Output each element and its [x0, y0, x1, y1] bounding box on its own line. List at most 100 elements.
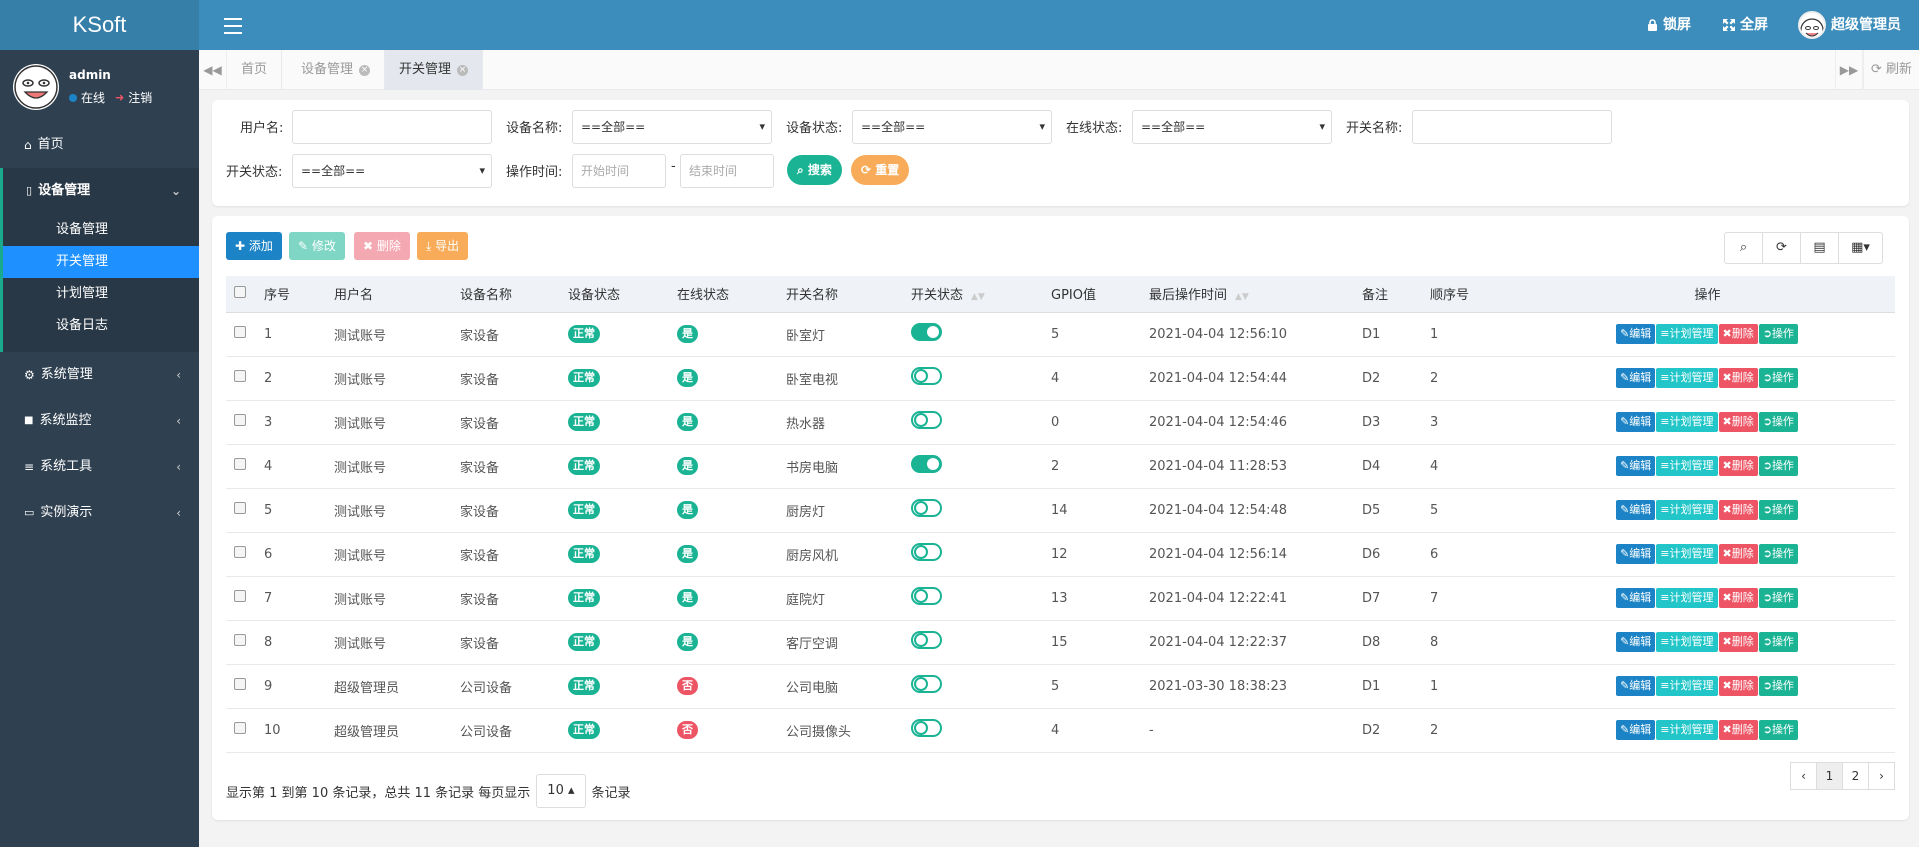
switch-toggle[interactable] — [911, 719, 942, 737]
row-delete-button[interactable]: ✖删除 — [1718, 324, 1758, 344]
refresh-table-button[interactable]: ⟳ — [1762, 232, 1801, 264]
tab-home[interactable]: 首页 — [227, 50, 283, 90]
sidebar-subitem-switch[interactable]: 开关管理 — [3, 246, 199, 278]
switch-toggle[interactable] — [911, 499, 942, 517]
row-plan-button[interactable]: ≡计划管理 — [1656, 368, 1718, 388]
edit-button[interactable]: ✎ 修改 — [289, 232, 345, 260]
sidebar-subitem-device[interactable]: 设备管理 — [3, 214, 199, 246]
start-time-input[interactable]: 开始时间 — [572, 154, 666, 188]
row-plan-button[interactable]: ≡计划管理 — [1656, 588, 1718, 608]
page-size-select[interactable]: 10 ▴ — [536, 774, 586, 808]
page-1-button[interactable]: 1 — [1816, 762, 1843, 790]
sidebar-subitem-log[interactable]: 设备日志 — [3, 310, 199, 352]
row-plan-button[interactable]: ≡计划管理 — [1656, 720, 1718, 740]
close-icon[interactable]: × — [359, 64, 371, 76]
device-name-select[interactable]: ==全部== — [572, 110, 772, 144]
switch-status-select[interactable]: ==全部== — [292, 154, 492, 188]
row-checkbox[interactable] — [234, 502, 246, 514]
row-checkbox[interactable] — [234, 326, 246, 338]
sidebar-item-monitor[interactable]: ■ 系统监控 ‹ — [0, 398, 199, 444]
close-icon[interactable]: × — [457, 64, 469, 76]
row-delete-button[interactable]: ✖删除 — [1718, 500, 1758, 520]
sidebar-item-home[interactable]: ⌂ 首页 — [0, 122, 199, 168]
export-button[interactable]: ⤓ 导出 — [417, 232, 469, 260]
row-operate-button[interactable]: ➲操作 — [1758, 500, 1798, 520]
tab-scroll-left-icon[interactable]: ◀◀ — [199, 50, 227, 90]
row-edit-button[interactable]: ✎编辑 — [1616, 368, 1656, 388]
menu-toggle-icon[interactable] — [224, 13, 242, 37]
switch-toggle[interactable] — [911, 587, 942, 605]
tab-device-management[interactable]: 设备管理 × — [287, 50, 386, 90]
delete-button[interactable]: ✖ 删除 — [354, 232, 410, 260]
row-checkbox[interactable] — [234, 590, 246, 602]
switch-toggle[interactable] — [911, 323, 942, 341]
card-view-button[interactable]: ▤ — [1800, 232, 1839, 264]
row-edit-button[interactable]: ✎编辑 — [1616, 324, 1656, 344]
column-header-sortable[interactable]: 开关状态 ▲▼ — [903, 276, 1043, 313]
sidebar-item-device-management[interactable]: ▯ 设备管理 ⌄ — [3, 168, 199, 214]
online-status-select[interactable]: ==全部== — [1132, 110, 1332, 144]
row-plan-button[interactable]: ≡计划管理 — [1656, 676, 1718, 696]
row-edit-button[interactable]: ✎编辑 — [1616, 588, 1656, 608]
row-plan-button[interactable]: ≡计划管理 — [1656, 500, 1718, 520]
toggle-search-button[interactable]: ⌕ — [1724, 232, 1763, 264]
tab-scroll-right-icon[interactable]: ▶▶ — [1835, 50, 1863, 90]
fullscreen-button[interactable]: 全屏 — [1723, 0, 1768, 50]
sidebar-item-demo[interactable]: ▭ 实例演示 ‹ — [0, 490, 199, 536]
row-checkbox[interactable] — [234, 634, 246, 646]
user-menu[interactable]: 超级管理员 — [1798, 0, 1901, 50]
select-all-checkbox[interactable] — [234, 285, 246, 298]
row-operate-button[interactable]: ➲操作 — [1758, 676, 1798, 696]
search-button[interactable]: ⌕ 搜索 — [787, 155, 842, 185]
switch-toggle[interactable] — [911, 631, 942, 649]
column-header-sortable[interactable]: 最后操作时间 ▲▼ — [1141, 276, 1354, 313]
row-edit-button[interactable]: ✎编辑 — [1616, 412, 1656, 432]
row-edit-button[interactable]: ✎编辑 — [1616, 500, 1656, 520]
page-2-button[interactable]: 2 — [1842, 762, 1869, 790]
row-operate-button[interactable]: ➲操作 — [1758, 544, 1798, 564]
row-delete-button[interactable]: ✖删除 — [1718, 676, 1758, 696]
row-plan-button[interactable]: ≡计划管理 — [1656, 544, 1718, 564]
switch-toggle[interactable] — [911, 543, 942, 561]
row-plan-button[interactable]: ≡计划管理 — [1656, 412, 1718, 432]
row-delete-button[interactable]: ✖删除 — [1718, 720, 1758, 740]
row-edit-button[interactable]: ✎编辑 — [1616, 632, 1656, 652]
row-operate-button[interactable]: ➲操作 — [1758, 720, 1798, 740]
sidebar-item-tools[interactable]: ≡ 系统工具 ‹ — [0, 444, 199, 490]
row-operate-button[interactable]: ➲操作 — [1758, 368, 1798, 388]
row-checkbox[interactable] — [234, 722, 246, 734]
columns-button[interactable]: ▦▾ — [1838, 232, 1883, 264]
row-checkbox[interactable] — [234, 546, 246, 558]
logout-link[interactable]: 注销 — [128, 89, 152, 106]
row-edit-button[interactable]: ✎编辑 — [1616, 720, 1656, 740]
row-operate-button[interactable]: ➲操作 — [1758, 632, 1798, 652]
switch-toggle[interactable] — [911, 367, 942, 385]
row-delete-button[interactable]: ✖删除 — [1718, 412, 1758, 432]
switch-name-input[interactable] — [1412, 110, 1612, 144]
row-operate-button[interactable]: ➲操作 — [1758, 456, 1798, 476]
row-plan-button[interactable]: ≡计划管理 — [1656, 632, 1718, 652]
row-checkbox[interactable] — [234, 458, 246, 470]
row-operate-button[interactable]: ➲操作 — [1758, 412, 1798, 432]
switch-toggle[interactable] — [911, 675, 942, 693]
switch-toggle[interactable] — [911, 455, 942, 473]
row-edit-button[interactable]: ✎编辑 — [1616, 544, 1656, 564]
row-edit-button[interactable]: ✎编辑 — [1616, 676, 1656, 696]
refresh-tab-button[interactable]: ⟳ 刷新 — [1863, 50, 1919, 90]
row-delete-button[interactable]: ✖删除 — [1718, 544, 1758, 564]
row-checkbox[interactable] — [234, 678, 246, 690]
row-edit-button[interactable]: ✎编辑 — [1616, 456, 1656, 476]
reset-button[interactable]: ⟳ 重置 — [851, 155, 910, 185]
row-delete-button[interactable]: ✖删除 — [1718, 632, 1758, 652]
row-operate-button[interactable]: ➲操作 — [1758, 588, 1798, 608]
switch-toggle[interactable] — [911, 411, 942, 429]
username-input[interactable] — [292, 110, 492, 144]
row-plan-button[interactable]: ≡计划管理 — [1656, 324, 1718, 344]
next-page-button[interactable]: › — [1868, 762, 1895, 790]
row-checkbox[interactable] — [234, 414, 246, 426]
row-operate-button[interactable]: ➲操作 — [1758, 324, 1798, 344]
prev-page-button[interactable]: ‹ — [1790, 762, 1817, 790]
row-delete-button[interactable]: ✖删除 — [1718, 588, 1758, 608]
end-time-input[interactable]: 结束时间 — [680, 154, 774, 188]
sidebar-subitem-plan[interactable]: 计划管理 — [3, 278, 199, 310]
